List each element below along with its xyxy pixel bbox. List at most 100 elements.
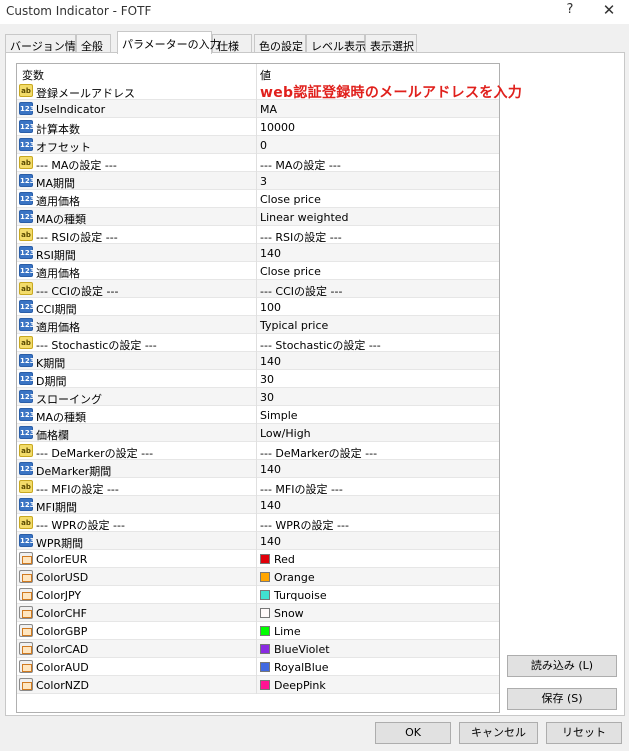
- parameter-value[interactable]: 30: [260, 373, 274, 386]
- parameter-row[interactable]: 123 RSI期間 140: [17, 244, 499, 262]
- help-button[interactable]: ?: [560, 2, 580, 17]
- string-type-icon: ab: [19, 444, 33, 457]
- cell-separator: [256, 334, 257, 352]
- parameter-row[interactable]: ColorAUD RoyalBlue: [17, 658, 499, 676]
- parameter-value[interactable]: 0: [260, 139, 267, 152]
- parameter-name: ColorEUR: [36, 553, 88, 566]
- parameter-row[interactable]: 123 D期間 30: [17, 370, 499, 388]
- parameter-value[interactable]: Linear weighted: [260, 211, 349, 224]
- parameter-value[interactable]: --- RSIの設定 ---: [260, 229, 342, 245]
- parameter-row[interactable]: 123 計算本数 10000: [17, 118, 499, 136]
- parameter-row[interactable]: 123 スローイング 30: [17, 388, 499, 406]
- parameter-value[interactable]: --- WPRの設定 ---: [260, 517, 349, 533]
- string-type-icon: ab: [19, 84, 33, 97]
- color-type-icon: [19, 606, 33, 619]
- ok-button[interactable]: OK: [375, 722, 451, 744]
- tab-colors[interactable]: 色の設定: [254, 34, 306, 53]
- parameter-value[interactable]: web認証登録時のメールアドレスを入力: [260, 82, 522, 102]
- parameter-row[interactable]: 123 適用価格 Typical price: [17, 316, 499, 334]
- numeric-type-icon: 123: [19, 408, 35, 421]
- parameter-value[interactable]: Red: [260, 553, 295, 566]
- parameter-row[interactable]: 123 DeMarker期間 140: [17, 460, 499, 478]
- parameter-row[interactable]: ColorGBP Lime: [17, 622, 499, 640]
- save-button[interactable]: 保存 (S): [507, 688, 617, 710]
- parameter-row[interactable]: ab --- Stochasticの設定 --- --- Stochasticの設定…: [17, 334, 499, 352]
- parameter-value[interactable]: Simple: [260, 409, 298, 422]
- load-button[interactable]: 読み込み (L): [507, 655, 617, 677]
- tab-general[interactable]: 全般: [76, 34, 111, 53]
- parameter-value[interactable]: 30: [260, 391, 274, 404]
- parameter-value[interactable]: 140: [260, 463, 281, 476]
- parameter-value[interactable]: --- CCIの設定 ---: [260, 283, 342, 299]
- parameter-row[interactable]: ab --- MFIの設定 --- --- MFIの設定 ---: [17, 478, 499, 496]
- parameter-row[interactable]: 123 MA期間 3: [17, 172, 499, 190]
- close-button[interactable]: ✕: [598, 1, 620, 19]
- parameter-value[interactable]: --- MFIの設定 ---: [260, 481, 343, 497]
- reset-button[interactable]: リセット: [546, 722, 622, 744]
- numeric-type-icon: 123: [19, 174, 35, 187]
- parameter-name: --- RSIの設定 ---: [36, 231, 118, 244]
- parameter-row[interactable]: ColorEUR Red: [17, 550, 499, 568]
- parameter-row[interactable]: 123 MFI期間 140: [17, 496, 499, 514]
- parameter-value[interactable]: BlueViolet: [260, 643, 330, 656]
- numeric-type-icon: 123: [19, 138, 35, 151]
- parameter-value[interactable]: RoyalBlue: [260, 661, 329, 674]
- parameter-value[interactable]: 140: [260, 247, 281, 260]
- cancel-button[interactable]: キャンセル: [459, 722, 538, 744]
- parameter-row[interactable]: ColorCHF Snow: [17, 604, 499, 622]
- parameter-row[interactable]: ab --- WPRの設定 --- --- WPRの設定 ---: [17, 514, 499, 532]
- parameter-row[interactable]: ab --- MAの設定 --- --- MAの設定 ---: [17, 154, 499, 172]
- parameter-value[interactable]: Lime: [260, 625, 301, 638]
- tab-version-info[interactable]: バージョン情報: [5, 34, 87, 53]
- parameter-value[interactable]: --- MAの設定 ---: [260, 157, 341, 173]
- parameter-value[interactable]: MA: [260, 103, 277, 116]
- string-type-icon: ab: [19, 480, 33, 493]
- parameter-value[interactable]: Typical price: [260, 319, 328, 332]
- parameter-row[interactable]: ab --- CCIの設定 --- --- CCIの設定 ---: [17, 280, 499, 298]
- parameter-value[interactable]: 140: [260, 499, 281, 512]
- parameter-value[interactable]: 140: [260, 355, 281, 368]
- parameter-row[interactable]: 123 K期間 140: [17, 352, 499, 370]
- parameter-row[interactable]: ColorUSD Orange: [17, 568, 499, 586]
- parameter-value[interactable]: --- Stochasticの設定 ---: [260, 337, 381, 353]
- parameter-row[interactable]: 123 WPR期間 140: [17, 532, 499, 550]
- parameter-row[interactable]: 123 CCI期間 100: [17, 298, 499, 316]
- parameter-row[interactable]: ab 登録メールアドレス web認証登録時のメールアドレスを入力: [17, 82, 522, 101]
- tab-visualization[interactable]: 表示選択: [365, 34, 417, 53]
- parameter-value[interactable]: Close price: [260, 193, 321, 206]
- color-type-icon: [19, 678, 33, 691]
- parameter-row[interactable]: 123 MAの種類 Simple: [17, 406, 499, 424]
- numeric-type-icon: 123: [19, 300, 35, 313]
- parameter-row[interactable]: 123 適用価格 Close price: [17, 262, 499, 280]
- parameter-name: 適用価格: [36, 321, 80, 334]
- parameter-value[interactable]: Turquoise: [260, 589, 327, 602]
- parameter-row[interactable]: ColorCAD BlueViolet: [17, 640, 499, 658]
- parameter-row[interactable]: 123 適用価格 Close price: [17, 190, 499, 208]
- tab-levels[interactable]: レベル表示: [306, 34, 366, 53]
- color-name: DeepPink: [274, 679, 326, 692]
- parameter-row[interactable]: ab --- RSIの設定 --- --- RSIの設定 ---: [17, 226, 499, 244]
- parameter-value[interactable]: Snow: [260, 607, 304, 620]
- tab-parameters[interactable]: パラメーターの入力: [117, 31, 221, 54]
- parameter-value[interactable]: DeepPink: [260, 679, 326, 692]
- parameter-row[interactable]: ColorNZD DeepPink: [17, 676, 499, 694]
- parameter-row[interactable]: 123 オフセット 0: [17, 136, 499, 154]
- cell-separator: [256, 568, 257, 586]
- numeric-type-icon: 123: [19, 390, 35, 403]
- parameter-name: オフセット: [36, 141, 91, 154]
- parameter-value[interactable]: Low/High: [260, 427, 311, 440]
- parameter-row[interactable]: ColorJPY Turquoise: [17, 586, 499, 604]
- parameter-value[interactable]: Close price: [260, 265, 321, 278]
- parameter-row[interactable]: ab --- DeMarkerの設定 --- --- DeMarkerの設定 ---: [17, 442, 499, 460]
- parameter-row[interactable]: 123 価格欄 Low/High: [17, 424, 499, 442]
- parameter-value[interactable]: 140: [260, 535, 281, 548]
- parameter-row[interactable]: 123 MAの種類 Linear weighted: [17, 208, 499, 226]
- parameter-value[interactable]: 10000: [260, 121, 295, 134]
- parameter-row[interactable]: 123 UseIndicator MA: [17, 100, 499, 118]
- color-swatch: [260, 572, 270, 582]
- parameter-value[interactable]: 100: [260, 301, 281, 314]
- parameter-value[interactable]: --- DeMarkerの設定 ---: [260, 445, 377, 461]
- parameter-name: 適用価格: [36, 267, 80, 280]
- parameter-value[interactable]: 3: [260, 175, 267, 188]
- parameter-value[interactable]: Orange: [260, 571, 315, 584]
